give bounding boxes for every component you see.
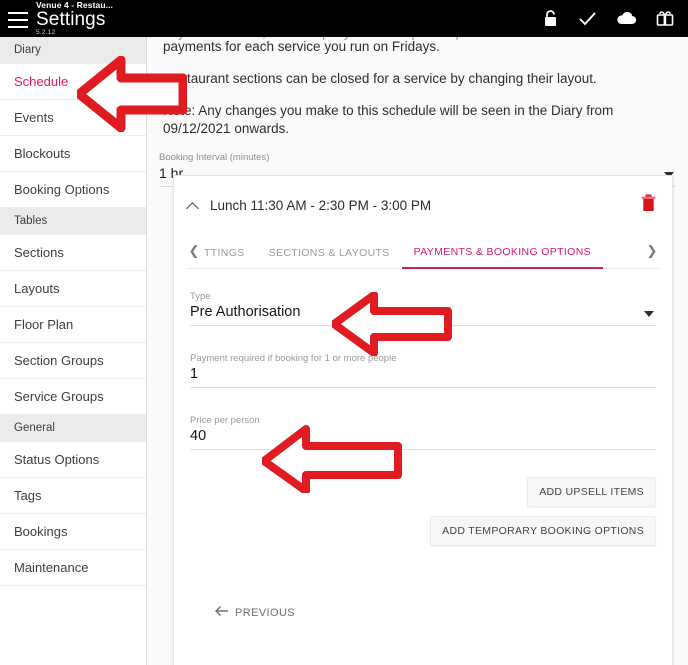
page-title: Settings (36, 9, 106, 30)
sidebar-item-label: Status Options (14, 452, 100, 467)
type-value: Pre Authorisation (190, 304, 301, 320)
app-title-block: Venue 4 - Restau... Settings 5.2.12 (36, 0, 114, 37)
clipped-text-strip: of your schedule, for example you can re… (163, 37, 673, 42)
payment-required-label: Payment required if booking for 1 or mor… (190, 353, 397, 364)
payment-required-value: 1 (190, 366, 199, 382)
payment-required-field[interactable]: Payment required if booking for 1 or mor… (190, 353, 656, 388)
tab-payments-and-booking-options[interactable]: PAYMENTS & BOOKING OPTIONS (401, 243, 603, 269)
sidebar-item-label: Schedule (14, 74, 69, 89)
cloud-icon[interactable] (616, 11, 637, 26)
previous-button[interactable]: PREVIOUS (214, 604, 295, 622)
service-title: Lunch 11:30 AM - 2:30 PM - 3:00 PM (210, 198, 432, 213)
sidebar-item-label: Events (14, 110, 54, 125)
calendar-icon[interactable] (656, 10, 674, 27)
version-label: 5.2.12 (36, 29, 56, 36)
sidebar-header-label: Diary (14, 44, 41, 56)
chevron-right-icon[interactable]: ❯ (644, 243, 660, 268)
check-icon[interactable] (578, 10, 597, 27)
card-tabs: ❮ TTINGS SECTIONS & LAYOUTS PAYMENTS & B… (186, 243, 660, 269)
intro-paragraph-3: Note: Any changes you make to this sched… (163, 103, 614, 136)
tab-label: TTINGS (204, 247, 245, 259)
sidebar-item-label: Blockouts (14, 146, 71, 161)
sidebar-item-floor-plan[interactable]: Floor Plan (0, 307, 146, 343)
tab-label: SECTIONS & LAYOUTS (268, 247, 390, 259)
price-per-person-field[interactable]: Price per person 40 (190, 415, 656, 450)
settings-app: Venue 4 - Restau... Settings 5.2.12 Diar… (0, 0, 688, 665)
arrow-left-icon (214, 604, 229, 622)
intro-paragraph-2: Restaurant sections can be closed for a … (163, 71, 597, 86)
sidebar-item-label: Sections (14, 245, 64, 260)
sidebar-item-label: Maintenance (14, 560, 89, 575)
price-per-person-label: Price per person (190, 415, 260, 426)
sidebar-item-label: Layouts (14, 281, 60, 296)
main-content: payments for each service you run on Fri… (147, 37, 688, 665)
sidebar-header-label: General (14, 422, 55, 434)
sidebar-item-diary: Diary (0, 37, 146, 64)
upsell-button-row: ADD UPSELL ITEMS (190, 477, 656, 507)
sidebar-item-layouts[interactable]: Layouts (0, 271, 146, 307)
type-label: Type (190, 291, 211, 302)
sidebar-item-sections[interactable]: Sections (0, 235, 146, 271)
sidebar-item-label: Bookings (14, 524, 68, 539)
service-card: Lunch 11:30 AM - 2:30 PM - 3:00 PM ❮ TTI… (173, 175, 673, 665)
sidebar-item-general: General (0, 415, 146, 442)
chevron-down-icon[interactable] (644, 311, 654, 317)
sidebar-item-blockouts[interactable]: Blockouts (0, 136, 146, 172)
sidebar-item-events[interactable]: Events (0, 100, 146, 136)
payments-form: Type Pre Authorisation Payment required … (174, 269, 672, 546)
tab-settings[interactable]: TTINGS (202, 243, 257, 268)
sidebar-item-booking-options[interactable]: Booking Options (0, 172, 146, 208)
sidebar-item-status-options[interactable]: Status Options (0, 442, 146, 478)
tabs-spacer (603, 243, 644, 268)
app-bar: Venue 4 - Restau... Settings 5.2.12 (0, 0, 688, 37)
add-upsell-items-button[interactable]: ADD UPSELL ITEMS (527, 477, 656, 507)
sidebar-item-section-groups[interactable]: Section Groups (0, 343, 146, 379)
clipped-text: of your schedule, for example you can re… (163, 37, 673, 42)
intro-text: payments for each service you run on Fri… (147, 37, 688, 138)
sidebar-item-label: Floor Plan (14, 317, 74, 332)
sidebar: Diary Schedule Events Blockouts Booking … (0, 37, 147, 665)
venue-name: Venue 4 - Restau... (36, 0, 114, 10)
sidebar-item-service-groups[interactable]: Service Groups (0, 379, 146, 415)
service-card-header: Lunch 11:30 AM - 2:30 PM - 3:00 PM (174, 176, 672, 217)
sidebar-item-bookings[interactable]: Bookings (0, 514, 146, 550)
sidebar-header-label: Tables (14, 215, 48, 227)
chevron-up-icon[interactable] (186, 199, 200, 213)
sidebar-item-tags[interactable]: Tags (0, 478, 146, 514)
lock-icon[interactable] (542, 9, 559, 28)
hamburger-icon[interactable] (8, 11, 28, 28)
trash-icon[interactable] (641, 194, 656, 217)
chevron-left-icon[interactable]: ❮ (186, 243, 202, 268)
tab-sections-and-layouts[interactable]: SECTIONS & LAYOUTS (257, 243, 402, 268)
sidebar-item-schedule[interactable]: Schedule (0, 64, 146, 100)
price-per-person-value: 40 (190, 428, 207, 444)
sidebar-item-label: Service Groups (14, 389, 104, 404)
sidebar-item-label: Booking Options (14, 182, 110, 197)
sidebar-item-maintenance[interactable]: Maintenance (0, 550, 146, 586)
booking-interval-label: Booking Interval (minutes) (159, 152, 270, 163)
sidebar-item-label: Tags (14, 488, 42, 503)
previous-button-label: PREVIOUS (235, 607, 296, 619)
sidebar-item-tables: Tables (0, 208, 146, 235)
type-select[interactable]: Type Pre Authorisation (190, 291, 656, 326)
sidebar-item-label: Section Groups (14, 353, 104, 368)
appbar-icon-group (542, 9, 674, 28)
add-temporary-booking-options-button[interactable]: ADD TEMPORARY BOOKING OPTIONS (430, 516, 656, 546)
tab-label: PAYMENTS & BOOKING OPTIONS (413, 246, 591, 258)
temporary-button-row: ADD TEMPORARY BOOKING OPTIONS (190, 516, 656, 546)
